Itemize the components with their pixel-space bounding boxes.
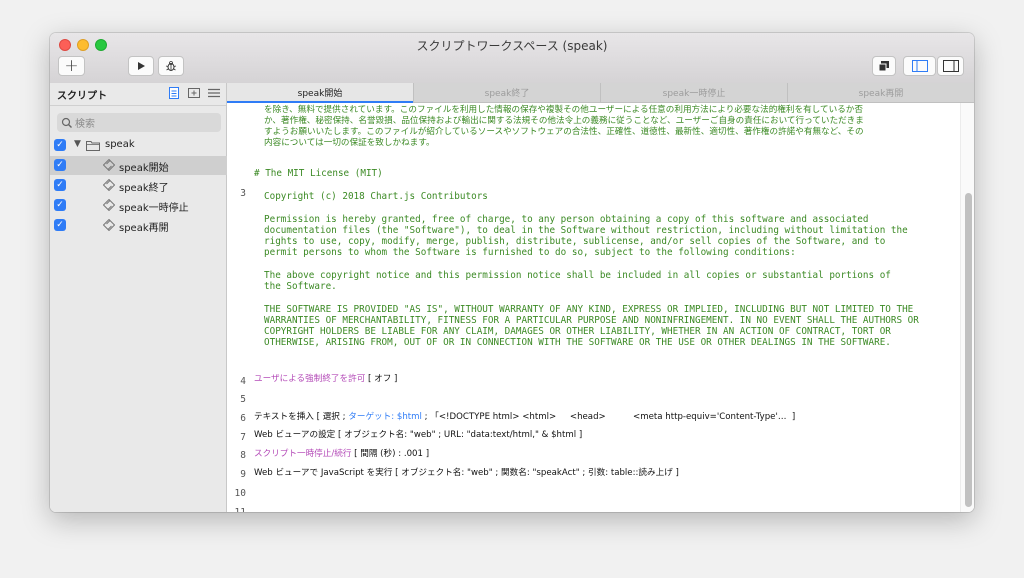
sidebar-header: スクリプト <box>50 83 226 106</box>
script-step-line-7[interactable]: テキストを挿入 [ 選択 ; ターゲット: $html ; 「<!DOCTYPE… <box>254 412 795 424</box>
step-params: [ オフ ] <box>365 374 398 384</box>
window-title: スクリプトワークスペース (speak) <box>416 39 608 53</box>
script-item-speak-start[interactable]: ✓ speak開始 <box>50 156 227 175</box>
step-name: テキストを挿入 [ 選択 ; <box>254 412 349 422</box>
new-folder-icon[interactable] <box>188 87 200 99</box>
line-number-gutter: 3 4 5 6 7 8 9 10 11 12 <box>227 103 247 512</box>
scrollbar-thumb[interactable] <box>965 193 972 507</box>
line-number: 5 <box>240 394 246 405</box>
active-tab-indicator <box>227 101 413 103</box>
checkbox[interactable]: ✓ <box>54 219 66 231</box>
license-text-line: COPYRIGHT HOLDERS BE LIABLE FOR ANY CLAI… <box>264 326 891 337</box>
checkbox[interactable]: ✓ <box>54 139 66 151</box>
license-text-line: Permission is hereby granted, free of ch… <box>264 214 869 225</box>
folder-icon <box>86 141 100 151</box>
comment-jp-line: 内容については一切の保証を致しかねます。 <box>264 138 435 148</box>
comment-jp-line: か、著作権、秘密保持、名誉毀損、品位保持および輸出に関する法規その他法令上の義務… <box>264 116 864 126</box>
folder-row-speak[interactable]: ✓ ▼ speak <box>50 136 227 155</box>
toggle-sidebar-button[interactable] <box>903 56 936 76</box>
tab-speak-start[interactable]: speak開始 <box>227 83 413 102</box>
license-text-line: permit persons to whom the Software is f… <box>264 247 796 258</box>
bug-icon <box>165 61 177 71</box>
tab-speak-stop[interactable]: speak終了 <box>413 83 600 102</box>
line-number: 11 <box>227 507 246 512</box>
sidebar-right-icon <box>942 60 959 72</box>
script-item-speak-pause[interactable]: ✓ speak一時停止 <box>50 196 227 215</box>
script-step-line-8[interactable]: Web ビューアの設定 [ オブジェクト名: "web" ; URL: "dat… <box>254 430 582 442</box>
copyright-line: Copyright (c) 2018 Chart.js Contributors <box>264 191 488 202</box>
checkbox[interactable]: ✓ <box>54 159 66 171</box>
script-icon <box>103 199 115 211</box>
license-text-line: the Software. <box>264 281 337 292</box>
script-label: speak開始 <box>119 163 169 174</box>
script-item-speak-stop[interactable]: ✓ speak終了 <box>50 176 227 195</box>
script-label: speak一時停止 <box>119 203 189 214</box>
line-number: 10 <box>234 488 246 499</box>
list-view-icon[interactable] <box>208 87 220 99</box>
debug-script-button[interactable] <box>158 56 184 76</box>
play-icon <box>138 62 145 70</box>
script-tabs: speak開始 speak終了 speak一時停止 speak再開 <box>227 83 974 103</box>
sidebar-left-icon <box>911 60 928 72</box>
script-label: speak終了 <box>119 183 169 194</box>
stacked-windows-icon <box>878 61 889 72</box>
script-search-field[interactable]: 検索 <box>57 113 221 132</box>
sidebar-title: スクリプト <box>57 90 107 102</box>
step-name: スクリプト一時停止/続行 <box>254 449 352 459</box>
step-name: ユーザによる強制終了を許可 <box>254 374 366 384</box>
search-placeholder: 検索 <box>75 119 95 130</box>
step-params: [ 間隔 (秒) : .001 ] <box>351 449 430 459</box>
new-script-icon[interactable] <box>168 87 180 99</box>
search-icon <box>61 117 72 128</box>
tab-speak-resume[interactable]: speak再開 <box>787 83 974 102</box>
vertical-scrollbar[interactable] <box>960 103 974 512</box>
script-step-line-9[interactable]: スクリプト一時停止/続行 [ 間隔 (秒) : .001 ] <box>254 449 429 461</box>
license-title: # The MIT License (MIT) <box>254 168 383 179</box>
step-params: ; 「<!DOCTYPE html> <html> <head> <meta h… <box>421 412 796 422</box>
checkbox[interactable]: ✓ <box>54 179 66 191</box>
line-number: 7 <box>240 432 246 443</box>
line-number: 9 <box>240 469 246 480</box>
script-icon <box>103 179 115 191</box>
line-number: 3 <box>240 188 246 199</box>
script-sidebar: スクリプト 検索 ✓ ▼ speak ✓ speak開始 ✓ speak終了 ✓… <box>50 83 227 512</box>
title-bar: スクリプトワークスペース (speak) + <box>50 33 974 84</box>
license-text-line: OTHERWISE, ARISING FROM, OUT OF OR IN CO… <box>264 337 891 348</box>
license-text-line: documentation files (the "Software"), to… <box>264 225 908 236</box>
disclosure-triangle-icon[interactable]: ▼ <box>74 139 81 149</box>
comment-jp-line: を除き、無料で提供されています。このファイルを利用した情報の保存や複製その他ユー… <box>264 105 863 115</box>
toggle-inspector-button[interactable] <box>937 56 964 76</box>
line-number: 4 <box>240 376 246 387</box>
comment-jp-line: すようお願いいたします。このファイルが紹介しているソースやソフトウェアの合法性、… <box>264 127 864 137</box>
line-number: 8 <box>240 450 246 461</box>
script-step-line-5[interactable]: ユーザによる強制終了を許可 [ オフ ] <box>254 374 397 386</box>
plus-icon: + <box>64 56 79 76</box>
license-text-line: rights to use, copy, modify, merge, publ… <box>264 236 886 247</box>
step-target: ターゲット: $html <box>348 412 422 422</box>
script-item-speak-resume[interactable]: ✓ speak再開 <box>50 216 227 235</box>
line-number: 6 <box>240 413 246 424</box>
checkbox[interactable]: ✓ <box>54 199 66 211</box>
script-label: speak再開 <box>119 223 169 234</box>
tab-speak-pause[interactable]: speak一時停止 <box>600 83 787 102</box>
script-icon <box>103 159 115 171</box>
duplicate-window-button[interactable] <box>872 56 896 76</box>
script-workspace-window: スクリプトワークスペース (speak) + スクリプト 検索 ✓ ▼ spea… <box>50 33 974 512</box>
new-script-button[interactable]: + <box>58 56 85 76</box>
script-editor: speak開始 speak終了 speak一時停止 speak再開 3 4 5 … <box>227 83 974 512</box>
license-text-line: WARRANTIES OF MERCHANTABILITY, FITNESS F… <box>264 315 919 326</box>
license-text-line: THE SOFTWARE IS PROVIDED "AS IS", WITHOU… <box>264 304 914 315</box>
run-script-button[interactable] <box>128 56 154 76</box>
script-step-line-10[interactable]: Web ビューアで JavaScript を実行 [ オブジェクト名: "web… <box>254 468 679 480</box>
folder-label: speak <box>105 139 135 150</box>
license-text-line: The above copyright notice and this perm… <box>264 270 891 281</box>
script-icon <box>103 219 115 231</box>
